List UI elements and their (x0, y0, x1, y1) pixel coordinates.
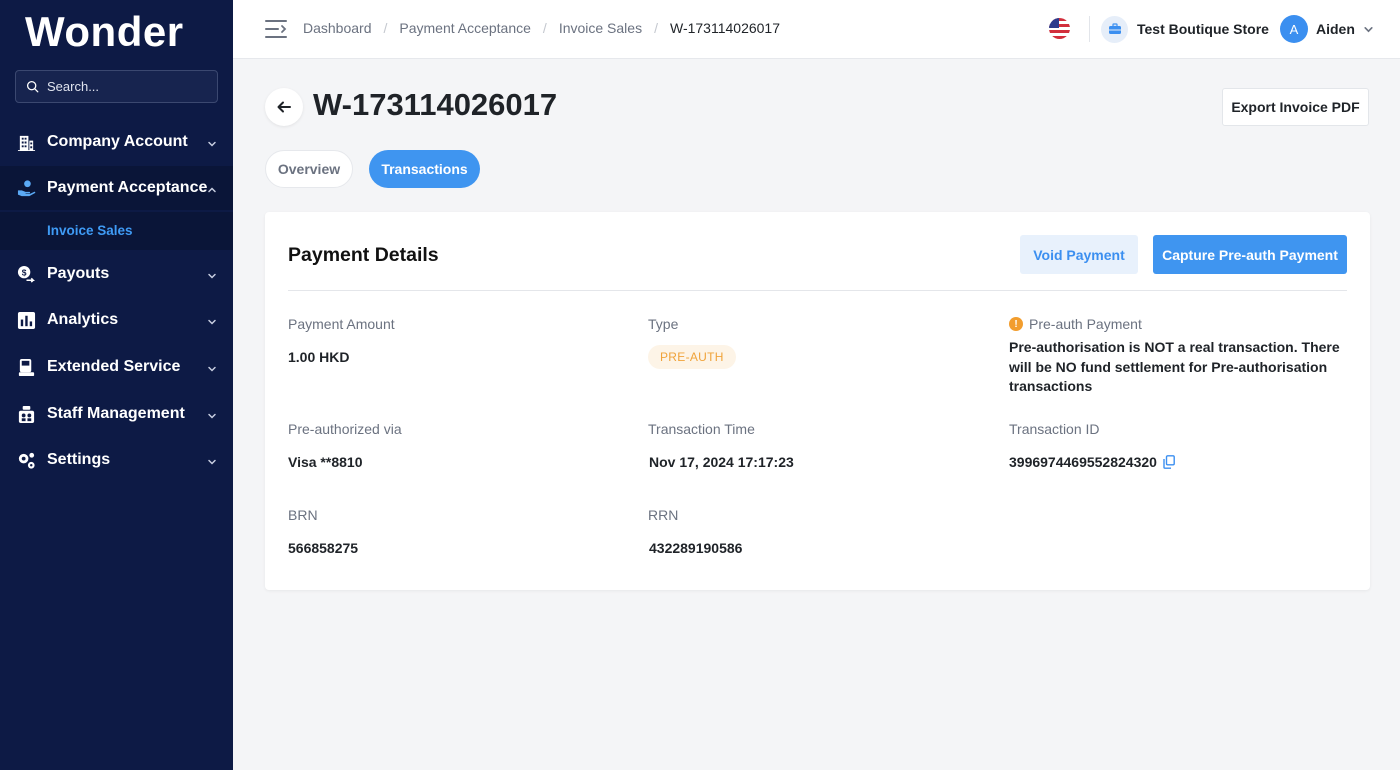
top-header: Dashboard / Payment Acceptance / Invoice… (233, 0, 1400, 59)
breadcrumb-current: W-173114026017 (669, 20, 781, 36)
back-button[interactable] (265, 88, 303, 126)
chevron-down-icon (207, 408, 217, 419)
sidebar-item-label: Payouts (47, 265, 110, 282)
bar-chart-icon (16, 310, 36, 330)
sidebar-item-staff-management[interactable]: Staff Management (0, 392, 233, 436)
preauth-via-value: Visa **8810 (288, 454, 363, 470)
payment-acceptance-submenu: Invoice Sales (0, 212, 233, 250)
sidebar-item-label: Payment Acceptance (47, 179, 208, 196)
copy-icon[interactable] (1163, 455, 1175, 469)
breadcrumb: Dashboard / Payment Acceptance / Invoice… (303, 20, 780, 36)
void-payment-button[interactable]: Void Payment (1020, 235, 1138, 274)
transaction-id-label: Transaction ID (1009, 421, 1100, 437)
sidebar-item-label: Extended Service (47, 358, 181, 375)
breadcrumb-separator: / (654, 20, 658, 36)
arrow-left-icon (277, 101, 291, 113)
breadcrumb-dashboard[interactable]: Dashboard (303, 20, 372, 36)
tab-transactions[interactable]: Transactions (369, 150, 480, 188)
sidebar-item-analytics[interactable]: Analytics (0, 298, 233, 342)
us-flag-icon[interactable] (1049, 18, 1070, 39)
payment-amount-label: Payment Amount (288, 316, 395, 332)
store-switcher[interactable]: Test Boutique Store (1101, 15, 1269, 43)
chevron-down-icon (207, 268, 217, 279)
page-title: W-173114026017 (313, 87, 558, 122)
sidebar-item-payment-acceptance[interactable]: Payment Acceptance (0, 166, 233, 210)
breadcrumb-separator: / (542, 20, 547, 36)
staff-icon (16, 404, 36, 424)
notice-title: Pre-auth Payment (1029, 316, 1142, 332)
hand-payment-icon (16, 178, 36, 198)
breadcrumb-payment-acceptance[interactable]: Payment Acceptance (399, 20, 531, 36)
avatar: A (1280, 15, 1308, 43)
breadcrumb-invoice-sales[interactable]: Invoice Sales (559, 20, 642, 36)
sidebar: Wonder Company Account Payment Acceptanc… (0, 0, 233, 770)
payouts-icon: $ (16, 264, 36, 284)
search-icon (26, 80, 39, 93)
chevron-down-icon (207, 314, 217, 325)
export-invoice-pdf-button[interactable]: Export Invoice PDF (1222, 88, 1369, 126)
sidebar-subitem-invoice-sales[interactable]: Invoice Sales (47, 223, 133, 238)
sidebar-item-label: Company Account (47, 133, 188, 150)
gears-icon (16, 450, 36, 470)
payment-details-card: Payment Details Void Payment Capture Pre… (265, 212, 1370, 590)
notice-body: Pre-authorisation is NOT a real transact… (1009, 339, 1340, 394)
user-menu[interactable]: A Aiden (1280, 15, 1374, 43)
chevron-down-icon (207, 454, 217, 465)
sidebar-item-payouts[interactable]: $ Payouts (0, 252, 233, 296)
divider (288, 290, 1347, 291)
preauth-via-label: Pre-authorized via (288, 421, 402, 437)
transaction-id-value: 3996974469552824320 (1009, 454, 1157, 470)
preauth-notice-header: ! Pre-auth Payment (1009, 316, 1142, 332)
header-divider (1089, 16, 1090, 42)
breadcrumb-separator: / (383, 20, 388, 36)
chevron-down-icon (1364, 26, 1373, 32)
transaction-time-label: Transaction Time (648, 421, 755, 437)
sidebar-item-company-account[interactable]: Company Account (0, 120, 233, 164)
sidebar-item-label: Staff Management (47, 405, 185, 422)
rrn-value: 432289190586 (649, 540, 743, 556)
warning-icon: ! (1009, 317, 1023, 331)
payment-amount-value: 1.00 HKD (288, 349, 350, 365)
search-input[interactable] (47, 79, 207, 94)
brn-label: BRN (288, 507, 318, 523)
briefcase-icon (1101, 15, 1128, 43)
sidebar-item-extended-service[interactable]: Extended Service (0, 345, 233, 389)
type-label: Type (648, 316, 679, 332)
sidebar-item-settings[interactable]: Settings (0, 438, 233, 482)
card-title: Payment Details (288, 244, 439, 266)
brand-logo[interactable]: Wonder (25, 8, 184, 56)
sidebar-item-label: Settings (47, 451, 111, 468)
chevron-down-icon (207, 136, 217, 147)
capture-preauth-button[interactable]: Capture Pre-auth Payment (1153, 235, 1347, 274)
rrn-label: RRN (648, 507, 679, 523)
tab-overview[interactable]: Overview (265, 150, 353, 188)
chevron-up-icon (207, 182, 217, 193)
transaction-time-value: Nov 17, 2024 17:17:23 (649, 454, 794, 470)
chevron-down-icon (207, 361, 217, 372)
brn-value: 566858275 (288, 540, 359, 556)
menu-toggle-icon[interactable] (265, 19, 287, 39)
building-icon (16, 132, 36, 152)
svg-text:$: $ (21, 267, 26, 277)
pos-terminal-icon (16, 357, 36, 377)
store-name: Test Boutique Store (1137, 21, 1269, 37)
sidebar-item-label: Analytics (47, 311, 119, 328)
status-badge: PRE-AUTH (648, 345, 736, 369)
sidebar-search[interactable] (15, 70, 218, 103)
user-name: Aiden (1316, 21, 1355, 37)
